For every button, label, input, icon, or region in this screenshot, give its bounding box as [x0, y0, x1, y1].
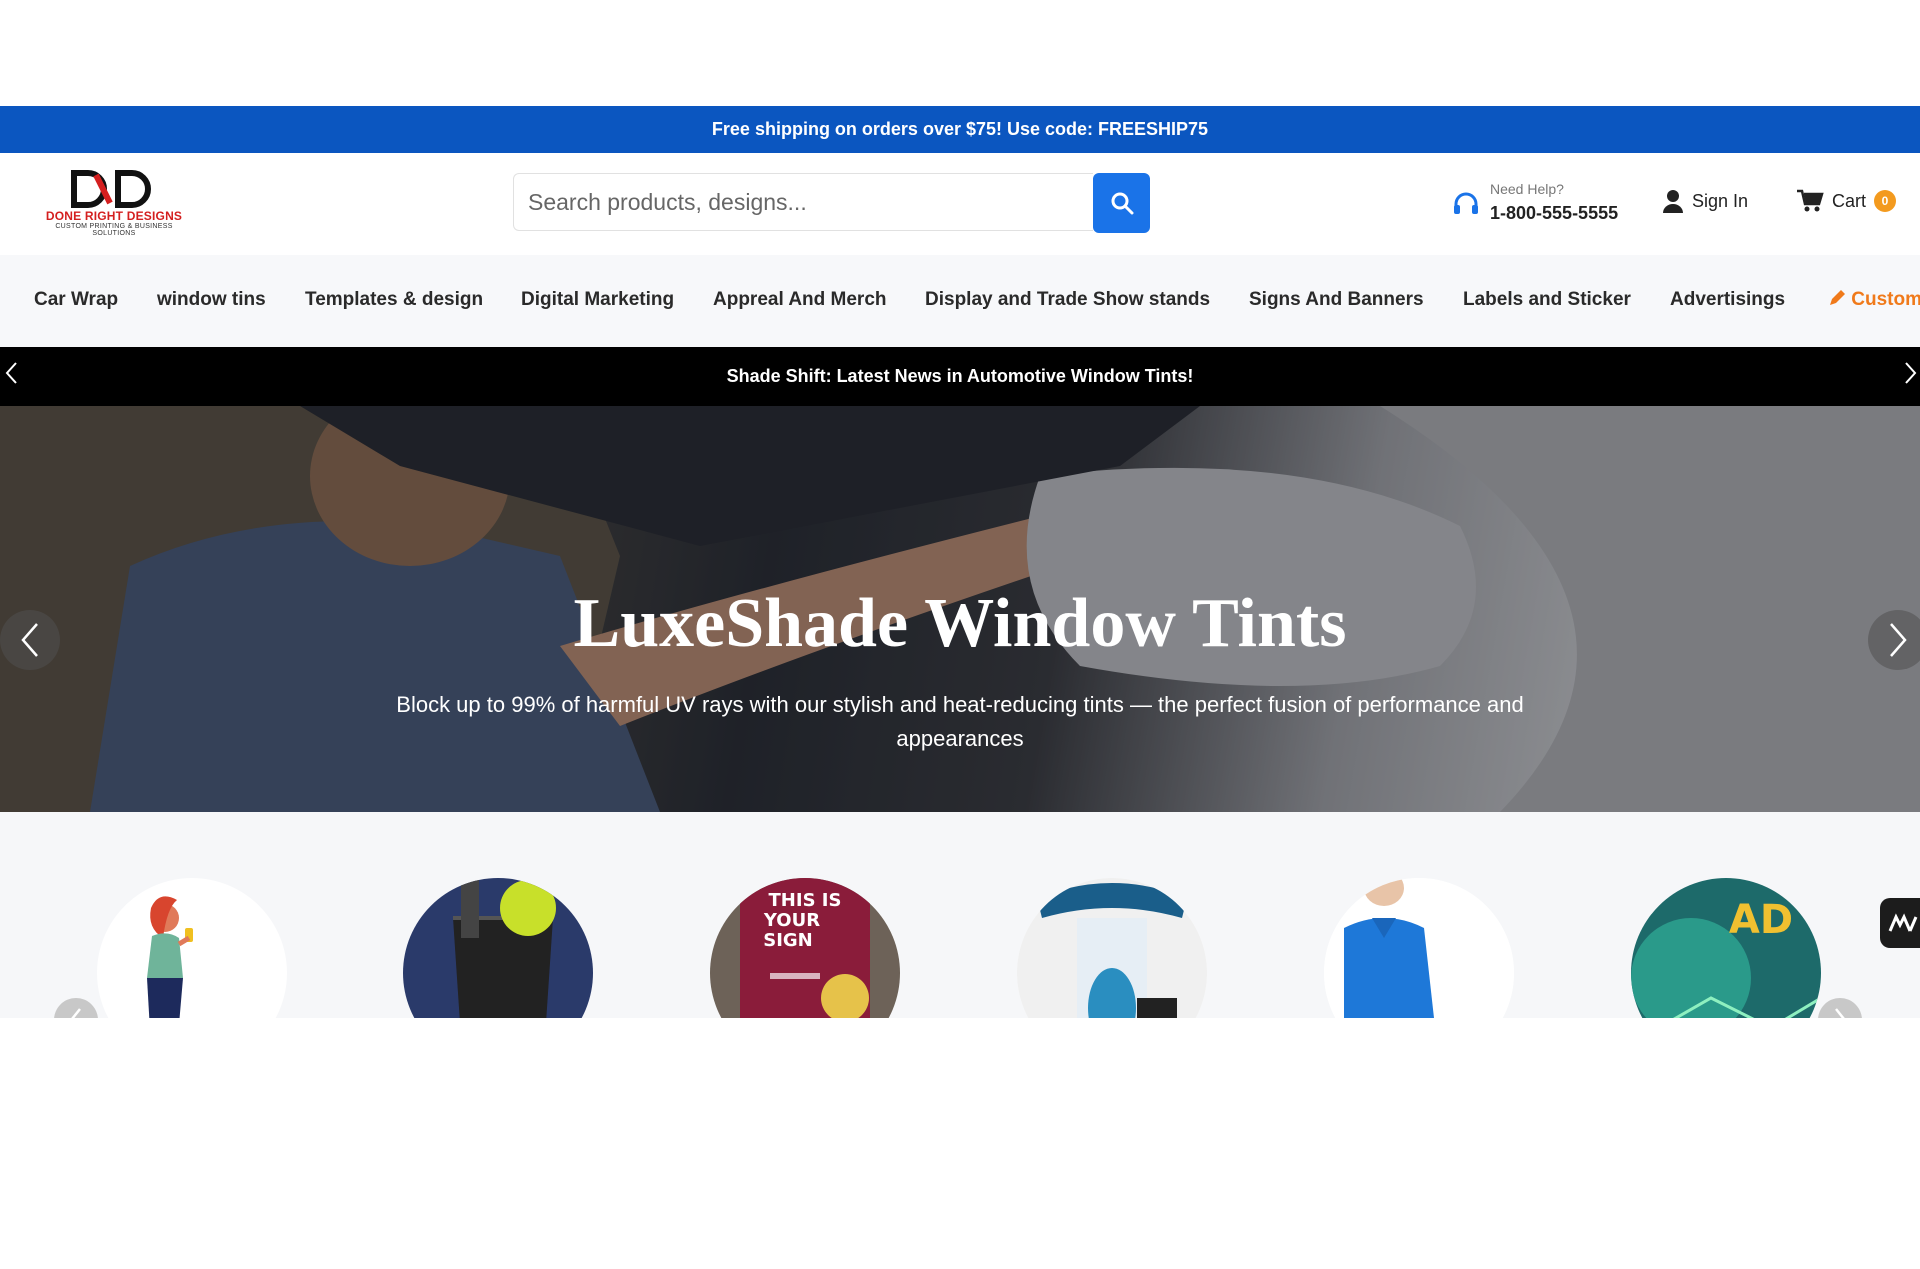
- site-header: DONE RIGHT DESIGNS CUSTOM PRINTING & BUS…: [0, 153, 1920, 256]
- hero-banner: LuxeShade Window Tints Block up to 99% o…: [0, 406, 1920, 812]
- category-prev-button[interactable]: [54, 998, 98, 1018]
- search-bar: [513, 173, 1150, 233]
- category-trade-show-booth[interactable]: [1017, 878, 1207, 1018]
- user-icon: [1663, 190, 1683, 213]
- category-woman-phone[interactable]: [97, 878, 287, 1018]
- main-nav: Car Wrap window tins Templates & design …: [0, 255, 1920, 348]
- category-next-button[interactable]: [1818, 998, 1862, 1018]
- chevron-left-icon: [21, 623, 38, 657]
- this-is-your-sign-image: THIS IS YOUR SIGN: [710, 878, 900, 1018]
- nav-item-appreal-merch[interactable]: Appreal And Merch: [713, 289, 887, 311]
- pen-holder-image: [403, 878, 593, 1018]
- polo-shirt-image: [1324, 878, 1514, 1018]
- sign-line-3: SIGN: [763, 930, 813, 951]
- nav-item-display-trade-show[interactable]: Display and Trade Show stands: [925, 289, 1210, 311]
- logo-name: DONE RIGHT DESIGNS: [45, 209, 183, 223]
- hero-next-button[interactable]: [1868, 610, 1920, 670]
- hero-prev-button[interactable]: [0, 610, 60, 670]
- chat-widget-button[interactable]: [1880, 898, 1920, 948]
- logo-mark-icon: [71, 170, 151, 208]
- nav-item-signs-banners[interactable]: Signs And Banners: [1249, 289, 1424, 311]
- chevron-right-icon: [1835, 1008, 1845, 1018]
- search-input[interactable]: [513, 173, 1093, 231]
- cart-link[interactable]: Cart 0: [1796, 189, 1897, 213]
- chat-icon: [1888, 913, 1918, 932]
- cart-count-badge: 0: [1874, 190, 1897, 212]
- pencil-icon: [1830, 290, 1845, 305]
- chevron-left-icon: [5, 362, 17, 384]
- sign-in-label: Sign In: [1692, 190, 1749, 211]
- hero-subtitle: Block up to 99% of harmful UV rays with …: [396, 692, 1524, 751]
- trade-show-booth-image: [1017, 878, 1207, 1018]
- news-ticker: Shade Shift: Latest News in Automotive W…: [0, 347, 1920, 406]
- nav-item-digital-marketing[interactable]: Digital Marketing: [521, 289, 674, 311]
- category-polo-shirt[interactable]: [1324, 878, 1514, 1018]
- headset-icon: [1454, 192, 1478, 214]
- nav-item-advertisings[interactable]: Advertisings: [1670, 289, 1785, 311]
- nav-custom-label: Custom: [1851, 289, 1920, 310]
- news-text[interactable]: Shade Shift: Latest News in Automotive W…: [727, 366, 1194, 387]
- woman-phone-illustration: [147, 896, 193, 1018]
- search-icon: [1111, 192, 1133, 215]
- chevron-left-icon: [71, 1008, 81, 1018]
- help-label: Need Help?: [1490, 181, 1564, 197]
- cart-icon: [1797, 189, 1824, 212]
- chevron-right-icon: [1890, 623, 1907, 657]
- sign-line-2: YOUR: [763, 910, 820, 931]
- chevron-right-icon: [1905, 362, 1917, 384]
- promo-text: Free shipping on orders over $75! Use co…: [711, 119, 1209, 139]
- logo[interactable]: DONE RIGHT DESIGNS CUSTOM PRINTING & BUS…: [44, 169, 184, 239]
- cart-label: Cart: [1832, 190, 1867, 211]
- news-prev-button[interactable]: [4, 361, 18, 391]
- sign-line-1: THIS IS: [769, 890, 842, 911]
- advertising-image: AD: [1631, 878, 1821, 1018]
- nav-item-templates-design[interactable]: Templates & design: [305, 289, 483, 311]
- category-this-is-your-sign[interactable]: THIS IS YOUR SIGN: [710, 878, 900, 1018]
- nav-item-car-wrap[interactable]: Car Wrap: [34, 289, 118, 311]
- nav-item-custom[interactable]: Custom: [1828, 289, 1920, 311]
- ad-text: AD: [1729, 897, 1793, 943]
- nav-item-labels-sticker[interactable]: Labels and Sticker: [1463, 289, 1631, 311]
- search-button[interactable]: [1093, 173, 1150, 233]
- help-phone[interactable]: 1-800-555-5555: [1490, 203, 1618, 224]
- news-next-button[interactable]: [1904, 361, 1918, 391]
- category-pen-holder[interactable]: [403, 878, 593, 1018]
- category-advertising[interactable]: AD: [1631, 878, 1821, 1018]
- logo-tagline: CUSTOM PRINTING & BUSINESS SOLUTIONS: [55, 223, 173, 237]
- sign-in-link[interactable]: Sign In: [1662, 189, 1748, 213]
- promo-bar: Free shipping on orders over $75! Use co…: [0, 106, 1920, 153]
- category-carousel: THIS IS YOUR SIGN AD: [0, 812, 1920, 1018]
- hero-title: LuxeShade Window Tints: [573, 585, 1347, 662]
- nav-item-window-tins[interactable]: window tins: [157, 289, 266, 311]
